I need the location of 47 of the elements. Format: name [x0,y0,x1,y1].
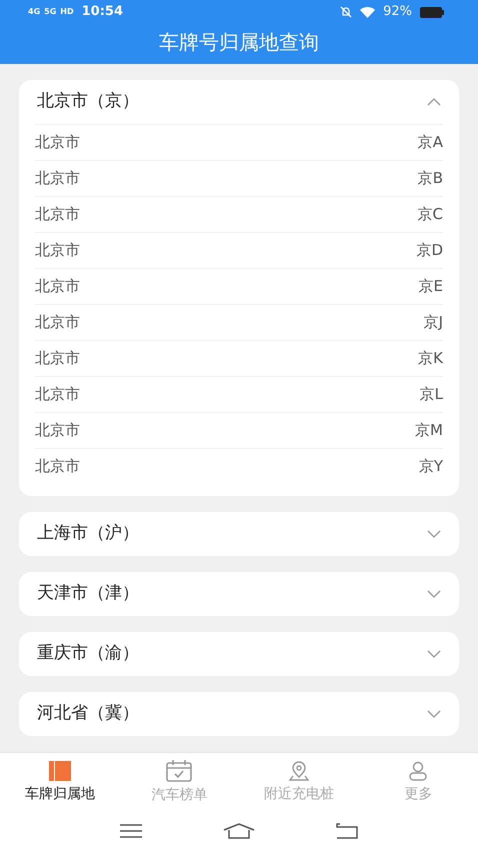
bell-off-icon [340,6,352,18]
province-name: 天津市（津） [37,582,139,606]
plate-code: 京C [418,204,443,226]
city-name: 北京市 [35,168,80,190]
province-name: 河北省（冀） [37,702,139,726]
book-icon [48,760,71,780]
plate-code: 京B [418,168,443,190]
city-name: 北京市 [35,420,80,442]
plate-code: 京M [415,420,443,442]
province-name: 重庆市（渝） [37,642,139,666]
city-name: 北京市 [35,240,80,262]
city-name: 北京市 [35,204,80,226]
city-name: 北京市 [35,312,80,334]
city-name: 北京市 [35,384,80,406]
province-name: 上海市（沪） [37,522,139,546]
location-pin-icon [288,760,309,780]
plate-code: 京J [424,312,443,334]
battery-level: 92% [383,3,412,22]
city-name: 北京市 [35,348,80,370]
menu-icon[interactable] [120,824,142,838]
plate-code: 京L [420,384,443,406]
province-header[interactable]: 上海市（沪） [19,512,459,556]
province-header[interactable]: 北京市（京） [19,80,459,124]
plate-code: 京A [418,132,443,154]
app-title: 车牌号归属地查询 [158,29,320,56]
plate-code: 京K [418,348,443,370]
city-name: 北京市 [35,276,80,298]
network-label: HD [60,6,74,18]
plate-code: 京E [418,276,443,298]
network-label: 5G [44,6,56,18]
nav-tab[interactable]: 车牌归属地 [0,753,120,812]
network-label: 4G [28,6,40,18]
city-name: 北京市 [35,132,80,154]
calendar-icon [166,760,192,782]
plate-code: 京Y [418,456,443,478]
home-icon[interactable] [222,823,255,839]
person-icon [408,760,428,780]
wifi-icon [360,6,376,18]
back-icon[interactable] [336,823,358,839]
province-header[interactable]: 河北省（冀） [19,692,459,736]
province-name: 北京市（京） [37,90,139,114]
province-header[interactable]: 重庆市（渝） [19,632,459,676]
plate-code: 京D [416,240,443,262]
province-header[interactable]: 天津市（津） [19,572,459,616]
battery-icon [420,6,444,18]
city-name: 北京市 [35,456,80,478]
clock: 10:54 [82,3,124,22]
